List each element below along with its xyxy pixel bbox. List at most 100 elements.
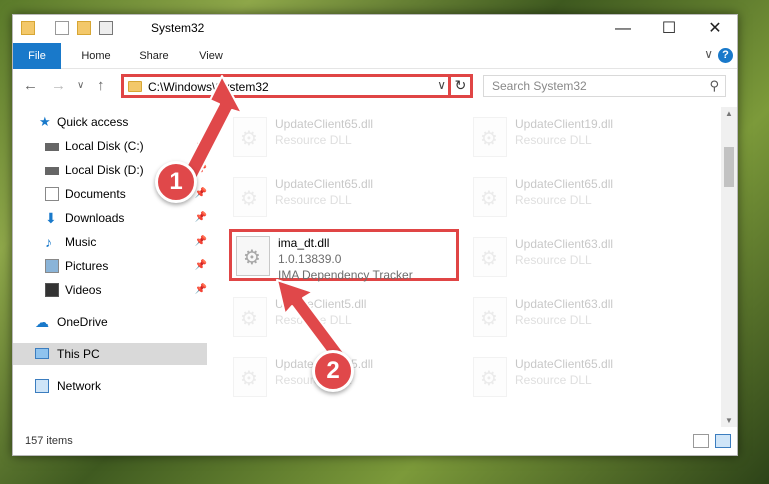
help-icon[interactable]: ? xyxy=(718,48,733,63)
file-tile[interactable]: UpdateClient65.dll Resource DLL xyxy=(229,173,459,225)
drive-icon xyxy=(45,167,59,175)
dll-file-icon xyxy=(473,117,507,157)
tab-view[interactable]: View xyxy=(189,43,233,69)
file-name: UpdateClient63.dll xyxy=(515,237,614,251)
file-description: IMA Dependency Tracker xyxy=(278,268,413,282)
sidebar-item-label: Pictures xyxy=(65,259,109,273)
search-icon[interactable]: ⚲ xyxy=(709,78,719,94)
file-name: UpdateClient65.dll xyxy=(515,357,614,371)
pin-icon[interactable]: 📌 xyxy=(195,255,207,277)
cloud-icon: ☁ xyxy=(35,314,49,330)
scrollbar-thumb[interactable] xyxy=(724,147,734,187)
drive-icon xyxy=(45,143,59,151)
dll-file-icon xyxy=(236,236,270,276)
file-list: UpdateClient65.dll Resource DLL UpdateCl… xyxy=(213,107,721,427)
file-explorer-window: System32 — ☐ ✕ File Home Share View ∨ ? … xyxy=(12,14,738,456)
customize-toolbar-icon[interactable] xyxy=(99,21,113,35)
pictures-icon xyxy=(45,259,59,273)
pin-icon[interactable]: 📌 xyxy=(195,231,207,253)
refresh-button[interactable]: ↻ xyxy=(448,74,470,98)
scroll-down-icon[interactable]: ▼ xyxy=(725,416,733,425)
address-dropdown-icon[interactable]: ∨ xyxy=(437,78,446,92)
file-tile[interactable]: UpdateClient65.dll Resource DLL xyxy=(469,173,699,225)
sidebar-item-label: Quick access xyxy=(57,115,129,129)
file-name: UpdateClient5.dll xyxy=(275,297,367,311)
tab-share[interactable]: Share xyxy=(131,43,177,69)
file-name: ima_dt.dll xyxy=(278,236,330,250)
file-description: Resource DLL xyxy=(515,133,592,147)
pin-icon[interactable]: 📌 xyxy=(195,135,207,157)
downloads-icon: ⬇ xyxy=(45,210,57,226)
maximize-button[interactable]: ☐ xyxy=(647,15,691,43)
sidebar-item-label: Downloads xyxy=(65,211,125,225)
dll-file-icon xyxy=(233,177,267,217)
file-tile[interactable]: UpdateClient19.dll Resource DLL xyxy=(469,113,699,165)
tab-home[interactable]: Home xyxy=(73,43,119,69)
file-name: UpdateClient65.dll xyxy=(275,117,374,131)
expand-ribbon-icon[interactable]: ∨ xyxy=(704,47,713,61)
vertical-scrollbar[interactable]: ▲ ▼ xyxy=(721,107,737,427)
recent-locations-button[interactable]: ∨ xyxy=(77,80,84,91)
file-name: UpdateClient65.dll xyxy=(515,177,614,191)
network-icon xyxy=(35,379,49,393)
file-name: UpdateClient63.dll xyxy=(515,297,614,311)
file-tile[interactable]: UpdateClient63.dll Resource DLL xyxy=(469,293,699,345)
address-bar[interactable]: C:\Windows\System32 ∨ ↻ xyxy=(121,74,473,98)
close-button[interactable]: ✕ xyxy=(693,15,737,43)
tab-file[interactable]: File xyxy=(13,43,61,69)
address-path[interactable]: C:\Windows\System32 xyxy=(148,80,269,94)
sidebar-item-downloads[interactable]: ⬇ Downloads 📌 xyxy=(13,207,207,229)
sidebar-item-label: This PC xyxy=(57,347,100,361)
star-icon: ★ xyxy=(39,114,51,129)
sidebar-item-music[interactable]: ♪ Music 📌 xyxy=(13,231,207,253)
file-tile[interactable]: UpdateClient65.dll Resource DLL xyxy=(229,113,459,165)
file-tile-ima-dt[interactable]: ima_dt.dll 1.0.13839.0 IMA Dependency Tr… xyxy=(229,229,459,282)
large-icons-view-icon[interactable] xyxy=(715,434,731,448)
dll-file-icon xyxy=(233,297,267,337)
forward-button[interactable]: → xyxy=(51,77,66,94)
pin-icon[interactable]: 📌 xyxy=(195,279,207,301)
details-view-icon[interactable] xyxy=(693,434,709,448)
file-tile[interactable]: UpdateClient63.dll Resource DLL xyxy=(469,233,699,285)
sidebar-item-label: Local Disk (D:) xyxy=(65,163,144,177)
sidebar-item-local-disk-c[interactable]: Local Disk (C:) 📌 xyxy=(13,135,207,157)
sidebar-item-videos[interactable]: Videos 📌 xyxy=(13,279,207,301)
search-box[interactable]: Search System32 ⚲ xyxy=(483,75,726,97)
callout-step-2: 2 xyxy=(312,350,354,392)
sidebar-item-quick-access[interactable]: ★ Quick access xyxy=(13,111,207,133)
file-name: UpdateClient19.dll xyxy=(515,117,614,131)
sidebar-item-label: OneDrive xyxy=(57,315,108,329)
sidebar-item-label: Documents xyxy=(65,187,126,201)
file-description: Resource DLL xyxy=(275,313,352,327)
sidebar-item-label: Network xyxy=(57,379,102,393)
sidebar-item-pictures[interactable]: Pictures 📌 xyxy=(13,255,207,277)
navigation-bar: ← → ∨ ↑ C:\Windows\System32 ∨ ↻ Search S… xyxy=(13,71,737,103)
music-icon: ♪ xyxy=(45,234,52,250)
sidebar-item-onedrive[interactable]: ☁ OneDrive xyxy=(13,311,207,333)
minimize-button[interactable]: — xyxy=(601,15,645,43)
videos-icon xyxy=(45,283,59,297)
file-tile[interactable]: UpdateClient65.dll Resource DLL xyxy=(469,353,699,405)
dll-file-icon xyxy=(473,357,507,397)
new-folder-icon[interactable] xyxy=(77,21,91,35)
file-description: Resource DLL xyxy=(275,133,352,147)
up-button[interactable]: ↑ xyxy=(97,77,105,94)
pin-icon[interactable]: 📌 xyxy=(195,207,207,229)
sidebar-item-this-pc[interactable]: This PC xyxy=(13,343,207,365)
computer-icon xyxy=(35,348,49,359)
documents-icon xyxy=(45,187,59,201)
folder-icon xyxy=(128,81,142,92)
folder-icon xyxy=(21,21,35,35)
sidebar-item-network[interactable]: Network xyxy=(13,375,207,397)
back-button[interactable]: ← xyxy=(23,77,38,94)
sidebar-item-label: Music xyxy=(65,235,97,249)
scroll-up-icon[interactable]: ▲ xyxy=(725,109,733,118)
item-count: 157 items xyxy=(25,435,73,447)
properties-icon[interactable] xyxy=(55,21,69,35)
file-tile[interactable]: UpdateClient5.dll Resource DLL xyxy=(229,293,459,345)
ribbon-tabs: File Home Share View ∨ ? xyxy=(13,43,737,69)
sidebar-item-label: Videos xyxy=(65,283,102,297)
dll-file-icon xyxy=(233,117,267,157)
callout-step-1: 1 xyxy=(155,161,197,203)
search-input[interactable]: Search System32 xyxy=(492,79,587,93)
